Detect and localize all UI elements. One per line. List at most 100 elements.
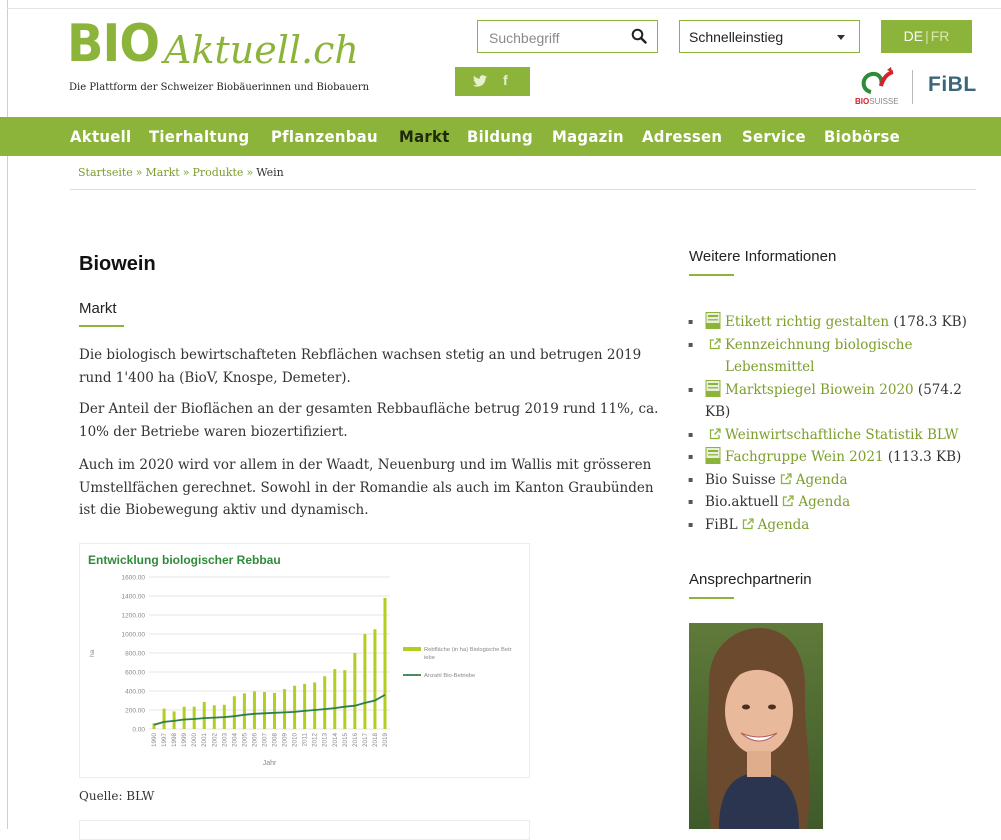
chart-bar bbox=[383, 597, 387, 729]
x-tick-label: 2004 bbox=[231, 733, 238, 748]
partner-divider bbox=[912, 70, 913, 104]
chart-bar bbox=[363, 634, 367, 729]
search-icon[interactable] bbox=[631, 28, 647, 44]
chart-bar bbox=[293, 685, 297, 729]
nav-item-adressen[interactable]: Adressen bbox=[642, 117, 722, 156]
breadcrumb-link-produkte[interactable]: Produkte bbox=[192, 166, 243, 179]
search-box bbox=[477, 20, 658, 53]
x-tick-label: 2019 bbox=[382, 733, 389, 748]
site-tagline: Die Plattform der Schweizer Biobäuerinne… bbox=[69, 82, 370, 93]
x-tick-label: 2017 bbox=[362, 733, 369, 748]
link-bioaktuell-agenda[interactable]: Agenda bbox=[798, 494, 850, 510]
link-kennzeichnung-biologische-lebensmittel[interactable]: Kennzeichnung biologische Lebensmittel bbox=[725, 334, 925, 379]
page-title: Biowein bbox=[79, 253, 156, 275]
breadcrumb-link-startseite[interactable]: Startseite bbox=[78, 166, 133, 179]
x-tick-label: 2018 bbox=[372, 733, 379, 748]
y-tick-label: 1600.00 bbox=[122, 575, 146, 582]
sidebar-contact-title: Ansprechpartnerin bbox=[689, 571, 812, 588]
link-biosuisse-agenda[interactable]: Agenda bbox=[796, 472, 848, 488]
x-tick-label: 2012 bbox=[312, 733, 319, 748]
x-tick-label: 2005 bbox=[241, 733, 248, 748]
biosuisse-bio-text: BIO bbox=[855, 97, 870, 106]
bud-icon bbox=[861, 67, 894, 94]
x-tick-label: 1998 bbox=[171, 733, 178, 748]
section-title-underline bbox=[79, 325, 124, 327]
nav-item-pflanzenbau[interactable]: Pflanzenbau bbox=[271, 117, 378, 156]
list-item: Kennzeichnung biologische Lebensmittel bbox=[688, 334, 988, 379]
chart-bar bbox=[283, 689, 287, 729]
nav-item-bioboerse[interactable]: Biobörse bbox=[824, 117, 900, 156]
biosuisse-suisse-text: SUISSE bbox=[869, 97, 899, 106]
pdf-icon bbox=[705, 312, 721, 329]
search-input[interactable] bbox=[487, 22, 626, 53]
nav-item-service[interactable]: Service bbox=[742, 117, 806, 156]
x-tick-label: 2000 bbox=[191, 733, 198, 748]
link-fibl-agenda[interactable]: Agenda bbox=[758, 517, 810, 533]
language-fr[interactable]: FR bbox=[931, 28, 950, 44]
logo-aktuell-text: Aktuell.ch bbox=[164, 28, 359, 72]
chart-bar bbox=[232, 696, 236, 729]
file-size: (178.3 KB) bbox=[893, 314, 967, 330]
quick-access-select[interactable]: Schnelleinstieg bbox=[679, 20, 860, 53]
chart-bar bbox=[162, 708, 166, 729]
main-navigation: Aktuell Tierhaltung Pflanzenbau Markt Bi… bbox=[0, 117, 1001, 156]
contact-portrait bbox=[689, 623, 823, 829]
list-item: Bio.aktuell Agenda bbox=[688, 491, 988, 514]
legend-label-line: Anzahl Bio-Betriebe bbox=[424, 673, 475, 679]
logo-bio-text: BIO bbox=[67, 14, 160, 74]
chart-bar bbox=[353, 653, 357, 729]
chart-bar bbox=[333, 669, 337, 729]
file-size: (113.3 KB) bbox=[887, 449, 962, 465]
second-chart-image[interactable] bbox=[79, 820, 530, 840]
link-marktspiegel-biowein-2020[interactable]: Marktspiegel Biowein 2020 bbox=[725, 382, 914, 398]
facebook-icon[interactable]: f bbox=[503, 72, 508, 88]
chart-bar bbox=[313, 682, 317, 729]
chart-image[interactable]: Entwicklung biologischer Rebbau 1600.00 14… bbox=[79, 543, 530, 778]
pdf-icon bbox=[705, 447, 721, 464]
breadcrumb-link-markt[interactable]: Markt bbox=[146, 166, 180, 179]
nav-item-markt[interactable]: Markt bbox=[399, 117, 450, 156]
fibl-logo[interactable]: FiBL bbox=[928, 73, 977, 97]
external-link-icon bbox=[780, 472, 792, 484]
window-border-top bbox=[7, 8, 1001, 9]
legend-label-bars-line2: iebe bbox=[424, 655, 435, 661]
x-tick-label: 2003 bbox=[221, 733, 228, 748]
info-links-list: Etikett richtig gestalten (178.3 KB) Ken… bbox=[688, 311, 988, 536]
list-item: Marktspiegel Biowein 2020 (574.2 KB) bbox=[688, 379, 988, 424]
quick-access-value: Schnelleinstieg bbox=[689, 29, 784, 45]
nav-item-aktuell[interactable]: Aktuell bbox=[70, 117, 131, 156]
x-tick-label: 1997 bbox=[161, 733, 168, 748]
x-tick-label: 1990 bbox=[151, 733, 158, 748]
chart-bar bbox=[242, 693, 246, 729]
link-weinwirtschaftliche-statistik-blw[interactable]: Weinwirtschaftliche Statistik BLW bbox=[725, 427, 959, 443]
chart-bar bbox=[373, 629, 377, 729]
x-tick-label: 2013 bbox=[322, 733, 329, 748]
chart-bar bbox=[182, 706, 186, 729]
chart-bar bbox=[202, 701, 206, 729]
nav-item-bildung[interactable]: Bildung bbox=[467, 117, 533, 156]
legend-swatch-bars bbox=[403, 647, 421, 651]
link-etikett-richtig-gestalten[interactable]: Etikett richtig gestalten bbox=[725, 314, 889, 330]
language-separator: | bbox=[925, 28, 929, 44]
organization-name: Bio Suisse bbox=[705, 471, 776, 488]
x-tick-label: 2006 bbox=[251, 733, 258, 748]
sidebar-contact-underline bbox=[689, 597, 734, 599]
breadcrumb-current: Wein bbox=[256, 166, 284, 179]
nav-item-magazin[interactable]: Magazin bbox=[552, 117, 624, 156]
organization-name: FiBL bbox=[705, 516, 738, 533]
x-tick-label: 2011 bbox=[302, 733, 309, 747]
external-link-icon bbox=[783, 495, 795, 507]
biosuisse-logo[interactable]: BIOSUISSE bbox=[855, 66, 907, 106]
language-switcher: DE | FR bbox=[881, 20, 972, 53]
nav-item-tierhaltung[interactable]: Tierhaltung bbox=[149, 117, 249, 156]
language-de[interactable]: DE bbox=[904, 28, 923, 44]
chart-bar bbox=[303, 683, 307, 729]
twitter-icon[interactable] bbox=[473, 75, 487, 87]
y-tick-label: 400.00 bbox=[125, 689, 145, 696]
sidebar-title-underline bbox=[689, 274, 734, 276]
link-fachgruppe-wein-2021[interactable]: Fachgruppe Wein 2021 bbox=[725, 449, 884, 465]
y-tick-label: 0.00 bbox=[132, 727, 145, 734]
list-item: Etikett richtig gestalten (178.3 KB) bbox=[688, 311, 988, 334]
chevron-down-icon bbox=[837, 35, 845, 40]
bar-line-chart: Entwicklung biologischer Rebbau 1600.00 14… bbox=[88, 553, 512, 767]
